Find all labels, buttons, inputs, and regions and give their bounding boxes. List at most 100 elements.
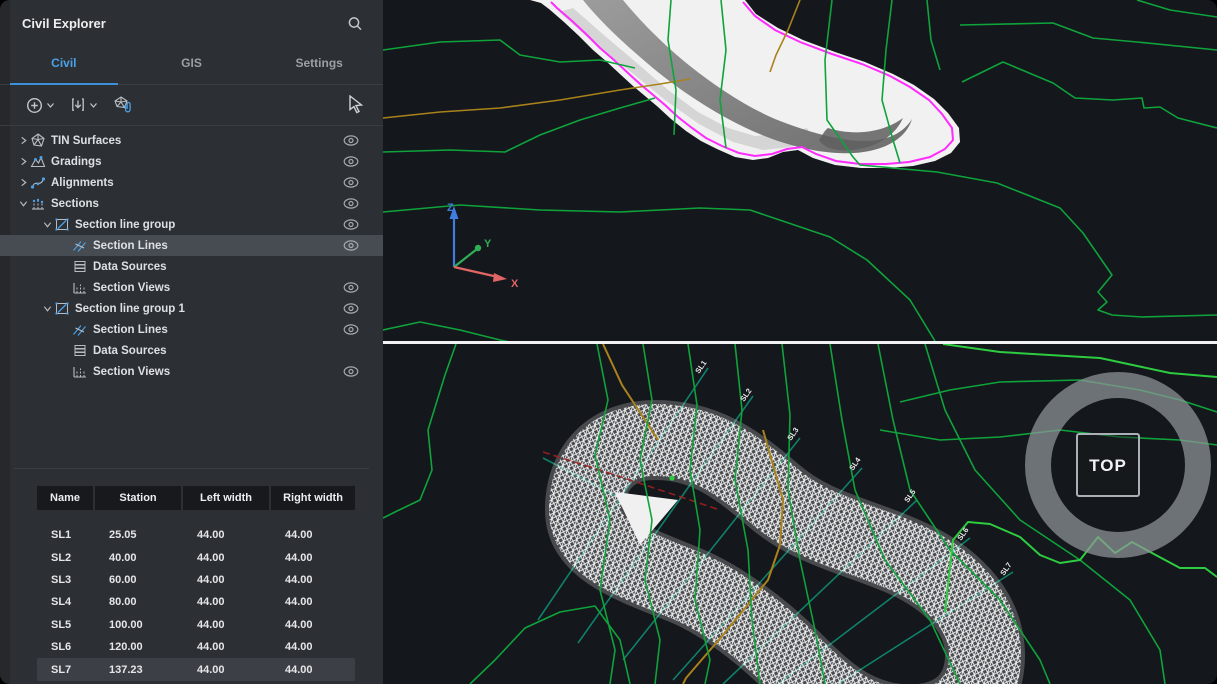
chevron-right-icon[interactable]: [16, 176, 30, 190]
column-header-right-width[interactable]: Right width: [271, 486, 355, 510]
cell-name: SL3: [37, 574, 93, 586]
table-divider: [14, 468, 369, 469]
tree-item-tin-surfaces[interactable]: TIN Surfaces: [0, 130, 383, 151]
table-row[interactable]: SL480.0044.0044.00: [37, 591, 355, 613]
visibility-eye-icon[interactable]: [343, 282, 359, 293]
civil-object-tree: TIN Surfaces Gradings Alignments Section…: [0, 126, 383, 382]
table-row[interactable]: SL6120.0044.0044.00: [37, 636, 355, 658]
cell-right-width: 44.00: [271, 529, 355, 541]
cell-station: 40.00: [95, 552, 181, 564]
attach-surface-icon: [113, 96, 133, 114]
cell-name: SL4: [37, 596, 93, 608]
data-sources-icon: [72, 259, 90, 274]
cell-right-width: 44.00: [271, 619, 355, 631]
visibility-eye-icon[interactable]: [343, 156, 359, 167]
chevron-down-icon[interactable]: [40, 218, 54, 232]
visibility-eye-icon[interactable]: [343, 240, 359, 251]
tree-item-section-views[interactable]: Section Views: [0, 361, 383, 382]
visibility-eye-icon[interactable]: [343, 135, 359, 146]
table-header-row: Name Station Left width Right width: [37, 486, 355, 510]
visibility-eye-icon[interactable]: [343, 219, 359, 230]
visibility-eye-icon[interactable]: [343, 177, 359, 188]
cell-left-width: 44.00: [183, 641, 269, 653]
axis-x-label: X: [511, 278, 519, 290]
table-row[interactable]: SL360.0044.0044.00: [37, 569, 355, 591]
grading-icon: [30, 154, 48, 169]
panel-tabs: Civil GIS Settings: [0, 46, 383, 85]
column-header-name[interactable]: Name: [37, 486, 93, 510]
tree-item-label: Data Sources: [93, 345, 167, 357]
cell-left-width: 44.00: [183, 619, 269, 631]
cell-station: 100.00: [95, 619, 181, 631]
import-button[interactable]: [70, 97, 97, 113]
tree-item-data-sources[interactable]: Data Sources: [0, 340, 383, 361]
cell-name: SL1: [37, 529, 93, 541]
tree-item-label: Data Sources: [93, 261, 167, 273]
section-line-group-icon: [54, 217, 72, 232]
search-icon[interactable]: [345, 14, 365, 34]
drawing-viewport[interactable]: Z Y X: [383, 0, 1217, 684]
visibility-eye-icon[interactable]: [343, 366, 359, 377]
cell-right-width: 44.00: [271, 664, 355, 676]
tab-civil-label: Civil: [51, 56, 76, 70]
tree-item-section-line-group[interactable]: Section line group: [0, 214, 383, 235]
viewport-canvas[interactable]: Z Y X: [383, 0, 1217, 684]
column-header-station[interactable]: Station: [95, 486, 181, 510]
table-row-selected[interactable]: SL7137.2344.0044.00: [37, 658, 355, 680]
chevron-right-icon[interactable]: [16, 155, 30, 169]
cell-name: SL5: [37, 619, 93, 631]
add-button[interactable]: [26, 97, 54, 114]
tab-settings-label: Settings: [296, 56, 343, 70]
add-circle-icon: [26, 97, 43, 114]
tree-item-label: Gradings: [51, 156, 101, 168]
cell-station: 25.05: [95, 529, 181, 541]
table-row[interactable]: SL5100.0044.0044.00: [37, 614, 355, 636]
panel-title: Civil Explorer: [22, 16, 106, 31]
cell-left-width: 44.00: [183, 552, 269, 564]
sections-icon: [30, 196, 48, 211]
tree-item-label: Section line group: [75, 219, 175, 231]
select-cursor-icon[interactable]: [347, 95, 365, 119]
axis-y-dot: [475, 245, 481, 251]
tree-item-label: Section Lines: [93, 240, 168, 252]
tree-item-section-views[interactable]: Section Views: [0, 277, 383, 298]
section-views-icon: [72, 280, 90, 295]
tab-settings[interactable]: Settings: [255, 46, 383, 84]
visibility-eye-icon[interactable]: [343, 198, 359, 209]
tab-gis-label: GIS: [181, 56, 202, 70]
tree-item-data-sources[interactable]: Data Sources: [0, 256, 383, 277]
visibility-eye-icon[interactable]: [343, 303, 359, 314]
tree-item-sections[interactable]: Sections: [0, 193, 383, 214]
tree-item-label: Section Views: [93, 366, 170, 378]
cell-right-width: 44.00: [271, 574, 355, 586]
tree-item-section-lines[interactable]: Section Lines: [0, 235, 383, 256]
tree-item-label: TIN Surfaces: [51, 135, 121, 147]
table-row[interactable]: SL240.0044.0044.00: [37, 546, 355, 568]
tree-item-section-line-group-1[interactable]: Section line group 1: [0, 298, 383, 319]
column-header-left-width[interactable]: Left width: [183, 486, 269, 510]
tree-item-section-lines[interactable]: Section Lines: [0, 319, 383, 340]
viewport-divider[interactable]: [383, 341, 1217, 344]
tree-item-alignments[interactable]: Alignments: [0, 172, 383, 193]
tree-item-gradings[interactable]: Gradings: [0, 151, 383, 172]
chevron-down-icon[interactable]: [16, 197, 30, 211]
table-row[interactable]: SL125.0544.0044.00: [37, 524, 355, 546]
tree-item-label: Sections: [51, 198, 99, 210]
visibility-eye-icon[interactable]: [343, 324, 359, 335]
chevron-down-icon[interactable]: [40, 302, 54, 316]
axis-z-label: Z: [447, 202, 454, 214]
tree-item-label: Section Views: [93, 282, 170, 294]
tin-surface-icon: [30, 133, 48, 148]
panel-toolbar: [0, 85, 383, 126]
tab-gis[interactable]: GIS: [128, 46, 256, 84]
section-line-group-icon: [54, 301, 72, 316]
attach-surface-button[interactable]: [113, 96, 133, 114]
civil-explorer-panel: Civil Explorer Civil GIS Settings: [0, 0, 384, 684]
cell-left-width: 44.00: [183, 596, 269, 608]
cell-name: SL2: [37, 552, 93, 564]
tab-civil[interactable]: Civil: [0, 46, 128, 84]
cell-right-width: 44.00: [271, 596, 355, 608]
import-icon: [70, 97, 86, 113]
view-cube-label: TOP: [1089, 456, 1127, 475]
chevron-right-icon[interactable]: [16, 134, 30, 148]
